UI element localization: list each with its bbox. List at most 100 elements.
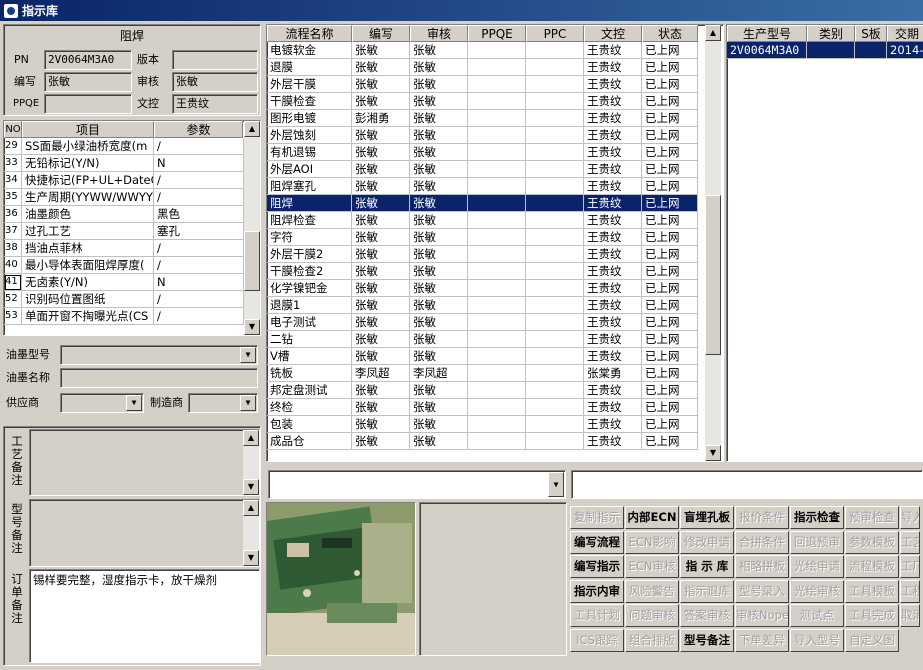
flow-row[interactable]: 阻焊塞孔 张敏 张敏 王贵纹 已上网 — [267, 178, 698, 195]
flow-row[interactable]: 邦定盘测试 张敏 张敏 王贵纹 已上网 — [267, 382, 698, 399]
action-button[interactable]: ECN审核 — [625, 555, 679, 578]
scroll-up-icon[interactable]: ▲ — [243, 500, 259, 516]
scroll-down-icon[interactable]: ▼ — [243, 550, 259, 566]
flow-row[interactable]: 退膜1 张敏 张敏 王贵纹 已上网 — [267, 297, 698, 314]
flow-scrollbar[interactable]: ▲ ▼ — [705, 25, 721, 461]
param-row[interactable]: 29 SS面最小绿油桥宽度(m / — [4, 138, 244, 155]
action-button[interactable]: 型号备注 — [680, 628, 734, 652]
param-row[interactable]: 34 快捷标记(FP+UL+DateCo / — [4, 172, 244, 189]
param-row[interactable]: 35 生产周期(YYWW/WWYY) / — [4, 189, 244, 206]
param-scrollbar[interactable]: ▲ ▼ — [244, 121, 260, 335]
center-combo[interactable]: ▼ — [268, 470, 566, 499]
ppqe-field[interactable] — [44, 94, 132, 114]
param-row[interactable]: 41 无卤素(Y/N) N — [4, 274, 244, 291]
maker-combo[interactable]: ▼ — [188, 393, 258, 413]
action-button[interactable]: 指示退库 — [680, 579, 734, 603]
action-button[interactable]: 预审检查 — [845, 506, 899, 529]
flow-header-doc[interactable]: 文控 — [584, 25, 642, 42]
flow-row[interactable]: 化学镍钯金 张敏 张敏 王贵纹 已上网 — [267, 280, 698, 297]
action-button[interactable]: 回退预审 — [790, 530, 844, 554]
flow-row[interactable]: 成品仓 张敏 张敏 王贵纹 已上网 — [267, 433, 698, 450]
action-button[interactable]: 指 示 库 — [680, 555, 734, 578]
action-button[interactable]: 问题审核 — [625, 604, 679, 627]
supplier-combo[interactable]: ▼ — [60, 393, 144, 413]
flow-row[interactable]: 图形电镀 彭湘勇 张敏 王贵纹 已上网 — [267, 110, 698, 127]
scroll-down-icon[interactable]: ▼ — [243, 479, 259, 495]
flow-row[interactable]: 二钻 张敏 张敏 王贵纹 已上网 — [267, 331, 698, 348]
param-row[interactable]: 40 最小导体表面阻焊厚度(/ — [4, 257, 244, 274]
flow-row[interactable]: 干膜检查 张敏 张敏 王贵纹 已上网 — [267, 93, 698, 110]
flow-row[interactable]: 终检 张敏 张敏 王贵纹 已上网 — [267, 399, 698, 416]
flow-row[interactable]: 外层AOI 张敏 张敏 王贵纹 已上网 — [267, 161, 698, 178]
flow-header-ppc[interactable]: PPC — [526, 25, 584, 42]
flow-row[interactable]: 外层干膜2 张敏 张敏 王贵纹 已上网 — [267, 246, 698, 263]
author-field[interactable]: 张敏 — [44, 72, 132, 92]
action-button[interactable]: 自定义图 — [845, 628, 899, 652]
action-button[interactable]: 下单差异 — [735, 628, 789, 652]
reviewer-field[interactable]: 张敏 — [172, 72, 258, 92]
flow-row[interactable]: 阻焊 张敏 张敏 王贵纹 已上网 — [267, 195, 698, 212]
action-button[interactable]: 组合排版 — [625, 628, 679, 652]
action-button[interactable]: 测试点 — [790, 604, 844, 627]
flow-row[interactable]: 包装 张敏 张敏 王贵纹 已上网 — [267, 416, 698, 433]
action-button[interactable]: 光绘审核 — [790, 579, 844, 603]
flow-row[interactable]: 电镀软金 张敏 张敏 王贵纹 已上网 — [267, 42, 698, 59]
action-button[interactable]: 导入 — [900, 506, 920, 529]
flow-row[interactable]: 有机退锡 张敏 张敏 王贵纹 已上网 — [267, 144, 698, 161]
scroll-thumb[interactable] — [244, 231, 260, 291]
action-button[interactable]: 相略拼板 — [735, 555, 789, 578]
order-remark-field[interactable]: 锡样要完整，湿度指示卡，放干燥剂 — [29, 569, 260, 663]
action-button[interactable]: 修改申请 — [680, 530, 734, 554]
flow-header-reviewer[interactable]: 审核 — [410, 25, 468, 42]
chevron-down-icon[interactable]: ▼ — [126, 395, 142, 411]
action-button[interactable]: 审核Nope — [735, 604, 789, 627]
ink-model-combo[interactable]: ▼ — [60, 345, 258, 365]
chevron-down-icon[interactable]: ▼ — [548, 472, 564, 497]
action-button[interactable]: 工具完成 — [845, 604, 899, 627]
flow-header-name[interactable]: 流程名称 — [267, 25, 352, 42]
action-button[interactable]: ICS跟踪 — [570, 628, 624, 652]
action-button[interactable]: 编写指示 — [570, 555, 624, 578]
scroll-up-icon[interactable]: ▲ — [243, 430, 259, 446]
model-header-category[interactable]: 类别 — [807, 25, 855, 42]
scroll-down-icon[interactable]: ▼ — [705, 445, 721, 461]
scroll-down-icon[interactable]: ▼ — [244, 319, 260, 335]
action-button[interactable]: 指示内审 — [570, 579, 624, 603]
action-button[interactable]: 复制指示 — [570, 506, 624, 529]
flow-row[interactable]: 铣板 李凤超 李凤超 张棠勇 已上网 — [267, 365, 698, 382]
doc-field[interactable]: 王贵纹 — [172, 94, 258, 114]
flow-row[interactable]: 退膜 张敏 张敏 王贵纹 已上网 — [267, 59, 698, 76]
param-header-no[interactable]: NO — [4, 121, 22, 138]
action-button[interactable]: 工艺 — [900, 530, 920, 554]
action-button[interactable]: 指示检查 — [790, 506, 844, 529]
action-button[interactable]: 答案审核 — [680, 604, 734, 627]
param-row[interactable]: 52 识别码位置图纸 / — [4, 291, 244, 308]
model-remark-field[interactable]: ▲ ▼ — [29, 499, 260, 567]
model-header-date[interactable]: 交期 — [887, 25, 923, 42]
action-button[interactable]: 报价条件 — [735, 506, 789, 529]
version-field[interactable] — [172, 50, 258, 70]
action-button[interactable]: 工程 — [900, 579, 920, 603]
chevron-down-icon[interactable]: ▼ — [240, 347, 256, 363]
right-text-input[interactable] — [571, 470, 923, 499]
param-header-item[interactable]: 项目 — [22, 121, 154, 138]
flow-header-status[interactable]: 状态 — [642, 25, 698, 42]
flow-row[interactable]: 干膜检查2 张敏 张敏 王贵纹 已上网 — [267, 263, 698, 280]
action-button[interactable]: 内部ECN — [625, 506, 679, 529]
model-header-model[interactable]: 生产型号 — [727, 25, 807, 42]
param-row[interactable]: 38 挡油点菲林 / — [4, 240, 244, 257]
scroll-up-icon[interactable]: ▲ — [244, 121, 260, 137]
flow-row[interactable]: 电子测试 张敏 张敏 王贵纹 已上网 — [267, 314, 698, 331]
ink-name-field[interactable] — [60, 368, 258, 388]
model-header-s[interactable]: S板 — [855, 25, 887, 42]
param-row[interactable]: 33 无铅标记(Y/N) N — [4, 155, 244, 172]
flow-header-ppqe[interactable]: PPQE — [468, 25, 526, 42]
action-button[interactable]: 参数模板 — [845, 530, 899, 554]
action-button[interactable]: 合拼条件 — [735, 530, 789, 554]
param-header-value[interactable]: 参数 — [154, 121, 243, 138]
action-button[interactable]: ECN影响 — [625, 530, 679, 554]
flow-row[interactable]: 外层蚀刻 张敏 张敏 王贵纹 已上网 — [267, 127, 698, 144]
flow-header-author[interactable]: 编写 — [352, 25, 410, 42]
flow-row[interactable]: 字符 张敏 张敏 王贵纹 已上网 — [267, 229, 698, 246]
action-button[interactable]: 光绘申请 — [790, 555, 844, 578]
